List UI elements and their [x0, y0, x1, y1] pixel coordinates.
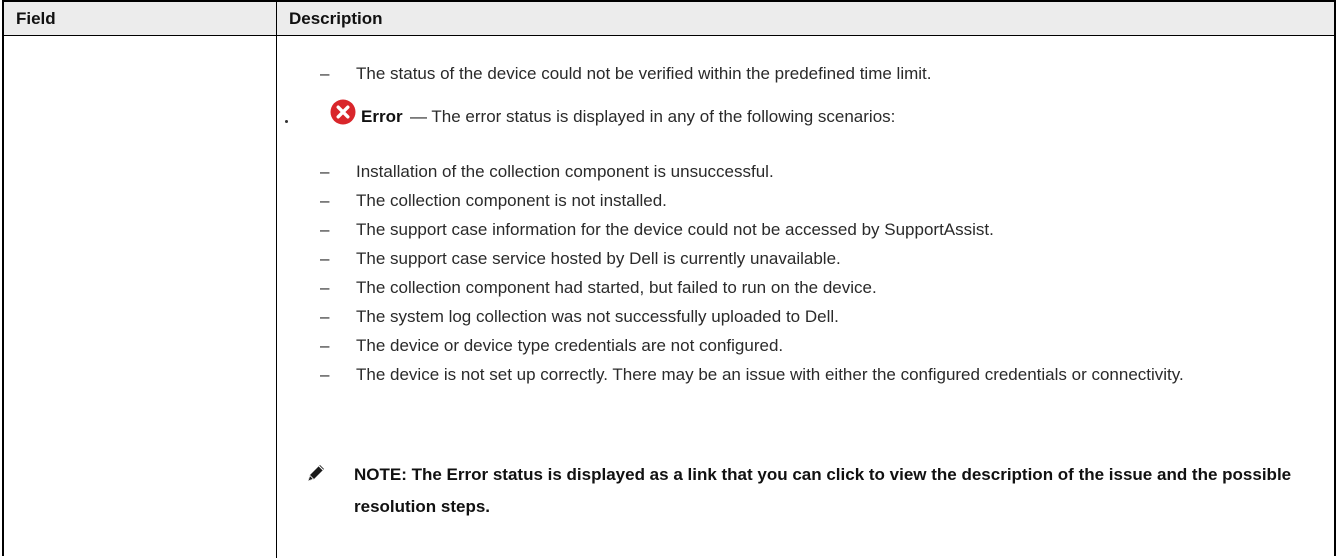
list-item-text: The collection component had started, bu…: [356, 278, 877, 297]
dash-marker: –: [320, 249, 330, 268]
header-description: Description: [289, 9, 383, 28]
error-status-label: Error: [361, 107, 403, 126]
list-item-text: The device is not set up correctly. Ther…: [356, 365, 1184, 384]
list-item-text: Installation of the collection component…: [356, 162, 774, 181]
column-divider: [276, 2, 277, 558]
dash-marker: –: [320, 278, 330, 297]
list-item-text: The collection component is not installe…: [356, 191, 667, 210]
dash-marker: –: [320, 162, 330, 181]
dash-marker: –: [320, 336, 330, 355]
error-status-description: — The error status is displayed in any o…: [410, 107, 896, 126]
dash-marker: –: [320, 220, 330, 239]
list-item-text: The system log collection was not succes…: [356, 307, 839, 326]
list-item-text: The support case information for the dev…: [356, 220, 994, 239]
error-circle-x-icon: [330, 99, 356, 125]
header-field: Field: [16, 9, 56, 28]
dash-marker: –: [320, 64, 330, 83]
dash-marker: –: [320, 191, 330, 210]
bullet-dot: [285, 120, 288, 123]
table-header-row: Field Description: [4, 2, 1334, 36]
list-item-text: The support case service hosted by Dell …: [356, 249, 841, 268]
pencil-note-icon: [305, 462, 327, 484]
dash-marker: –: [320, 365, 330, 384]
note-text: NOTE: The Error status is displayed as a…: [354, 465, 1292, 516]
list-item-text: The status of the device could not be ve…: [356, 64, 932, 83]
dash-marker: –: [320, 307, 330, 326]
list-item-text: The device or device type credentials ar…: [356, 336, 784, 355]
